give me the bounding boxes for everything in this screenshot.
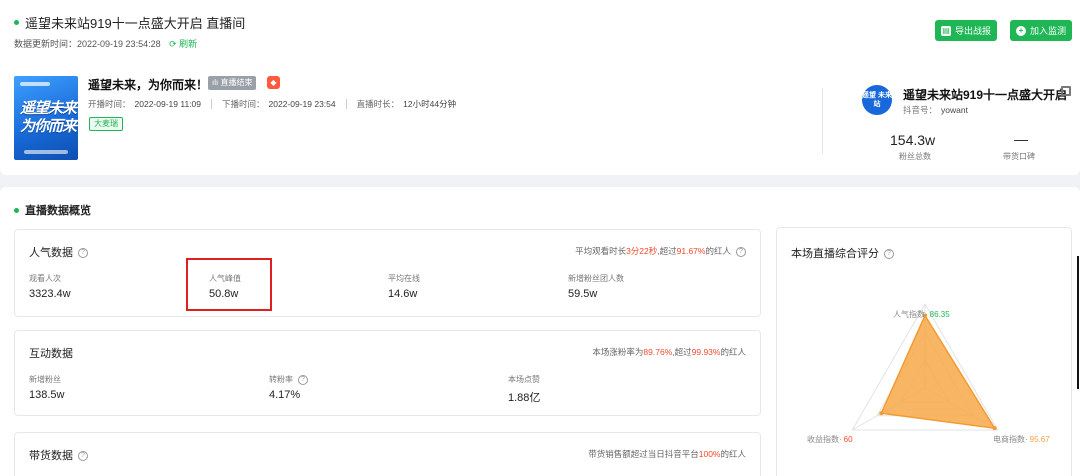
radar-point-1 — [992, 426, 997, 431]
metric-label: 新增粉丝团人数 — [568, 274, 624, 283]
metric-value: 3323.4w — [29, 288, 71, 300]
highlight-annotation-box — [186, 258, 272, 311]
metric-value: 4.17% — [269, 389, 301, 401]
divider — [822, 88, 823, 154]
radar-score-area — [880, 313, 997, 430]
score-panel: 本场直播综合评分? 人气指数· 86.35 电商指数· 95.67 收益指数· 60 — [776, 227, 1072, 476]
shopping-bag-icon: ◆ — [267, 76, 280, 89]
help-icon[interactable]: ? — [736, 246, 746, 257]
help-icon[interactable]: ? — [298, 374, 308, 385]
metric-value: 1.88亿 — [508, 392, 541, 404]
start-time: 2022-09-19 11:09 — [134, 99, 201, 109]
reputation-value: — — [1014, 131, 1028, 147]
anchor-douyin-id: 抖音号： yowant — [903, 105, 968, 115]
popularity-summary: 平均观看时长3分22秒,超过91.67%的红人? — [575, 245, 746, 257]
duration: 12小时44分钟 — [403, 99, 457, 109]
overview-title: 直播数据概览 — [14, 202, 91, 218]
metric-label: 观看人次 — [29, 274, 61, 283]
room-title: 遥望未来站919十一点盛大开启 直播间 — [14, 13, 245, 32]
reputation-label: 带货口碑 — [1003, 152, 1035, 161]
metric-value: 59.5w — [568, 288, 598, 300]
export-icon: ▤ — [940, 25, 951, 36]
help-icon[interactable]: ? — [78, 451, 88, 462]
scrollbar[interactable] — [1077, 256, 1079, 389]
plus-icon: + — [1015, 25, 1026, 36]
live-meta-line: 开播时间： 2022-09-19 11:09 下播时间： 2022-09-19 23… — [88, 99, 457, 109]
end-time: 2022-09-19 23:54 — [268, 99, 336, 109]
category-tag: 大麦瑞 — [89, 117, 123, 131]
popularity-panel: 人气数据? 平均观看时长3分22秒,超过91.67%的红人? 观看人次 3323… — [14, 229, 761, 317]
metric-label: 转粉率? — [269, 374, 308, 385]
metric-value: 138.5w — [29, 389, 65, 401]
refresh-button[interactable]: ⟳ 刷新 — [169, 39, 197, 49]
metric-label: 平均在线 — [388, 274, 420, 283]
radar-label-ecommerce: 电商指数· 95.67 — [993, 435, 1050, 444]
anchor-name[interactable]: 遥望未来站919十一点盛大开启 — [903, 86, 1067, 103]
qr-code-icon[interactable] — [1061, 86, 1071, 96]
interaction-summary: 本场涨粉率为89.76%,超过99.93%的红人 — [592, 347, 746, 357]
live-ended-badge: ılı 直播结束 — [208, 76, 257, 90]
radar-point-2 — [879, 411, 884, 416]
metric-label: 本场点赞 — [508, 375, 540, 384]
interaction-panel: 互动数据 本场涨粉率为89.76%,超过99.93%的红人 新增粉丝 138.5… — [14, 330, 761, 416]
fans-total-label: 粉丝总数 — [899, 152, 931, 161]
sales-title: 带货数据? — [29, 447, 88, 463]
update-time-line: 数据更新时间：2022-09-19 23:54:28 ⟳ 刷新 — [14, 39, 198, 49]
metric-label: 新增粉丝 — [29, 375, 61, 384]
live-title: 遥望未来，为你而来！ — [88, 78, 209, 92]
help-icon[interactable]: ? — [78, 248, 88, 259]
radar-label-revenue: 收益指数· 60 — [807, 435, 853, 444]
fans-total-value: 154.3w — [890, 132, 936, 148]
metric-value: 14.6w — [388, 288, 418, 300]
interaction-title: 互动数据 — [29, 348, 73, 360]
live-cover-image[interactable]: 遥望未来 为你而来 — [14, 76, 78, 160]
popularity-title: 人气数据? — [29, 244, 88, 260]
sales-panel: 带货数据? 带货销售额超过当日抖音平台100%的红人 — [14, 432, 761, 476]
status-dot — [14, 20, 19, 26]
anchor-avatar[interactable]: 遥望 未来站 — [862, 85, 892, 115]
export-report-button[interactable]: ▤ 导出战报 — [935, 20, 997, 41]
radar-label-popularity: 人气指数· 86.35 — [893, 310, 950, 319]
sales-summary: 带货销售额超过当日抖音平台100%的红人 — [588, 449, 746, 459]
add-monitor-button[interactable]: + 加入监测 — [1010, 20, 1072, 41]
